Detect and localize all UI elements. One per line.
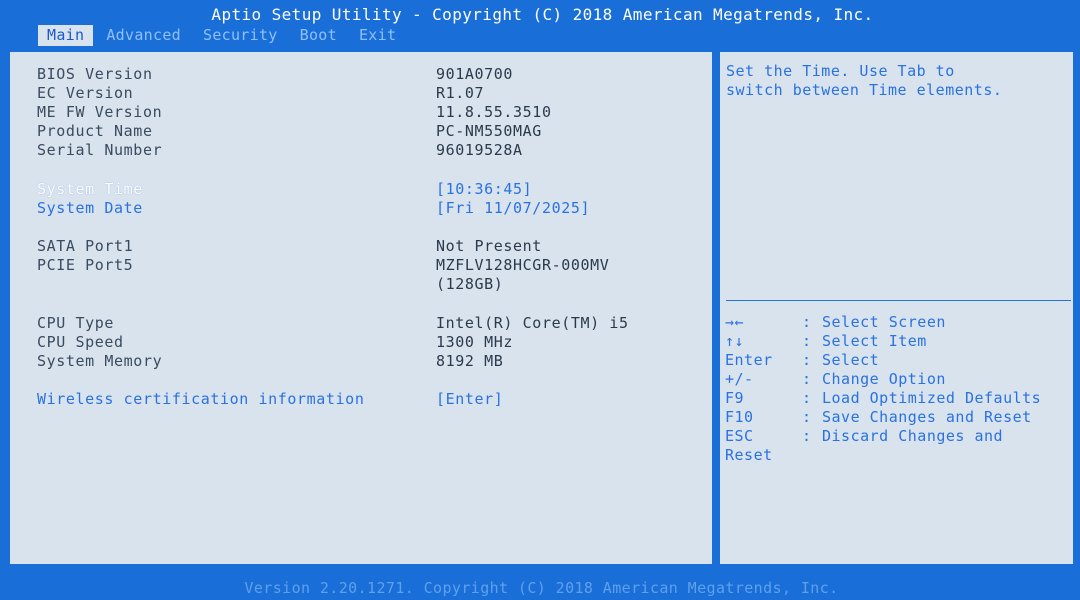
system-date-field[interactable]: [Fri 11/07/2025]: [436, 199, 590, 218]
pcie-port5-label: PCIE Port5: [37, 256, 134, 274]
key-description: Select Item: [822, 332, 927, 350]
product-name-row: Product Name PC-NM550MAG: [10, 122, 712, 141]
me-fw-version-value: 11.8.55.3510: [436, 103, 552, 121]
bios-version-value: 901A0700: [436, 65, 514, 83]
key-separator: :: [802, 408, 812, 426]
cpu-type-label: CPU Type: [37, 314, 115, 332]
sata-port1-value: Not Present: [436, 237, 542, 255]
bios-version-label: BIOS Version: [37, 65, 153, 83]
key-separator: :: [802, 313, 812, 331]
footer-bar: Version 2.20.1271. Copyright (C) 2018 Am…: [8, 576, 1075, 598]
system-memory-label: System Memory: [37, 352, 163, 370]
key-hint-row: F9 : Load Optimized Defaults: [720, 389, 1073, 408]
help-description: Set the Time. Use Tab to switch between …: [726, 62, 1066, 100]
key-name: +/-: [725, 370, 754, 388]
key-name: F10: [725, 408, 754, 426]
system-time-field[interactable]: [10:36:45]: [436, 180, 532, 199]
pcie-port5-capacity: (128GB): [436, 275, 504, 293]
tab-security[interactable]: Security: [194, 25, 287, 46]
pcie-port5-value: MZFLV128HCGR-000MV: [436, 256, 610, 274]
system-memory-row: System Memory 8192 MB: [10, 352, 712, 371]
cpu-speed-label: CPU Speed: [37, 333, 124, 351]
tab-exit[interactable]: Exit: [350, 25, 405, 46]
cpu-speed-row: CPU Speed 1300 MHz: [10, 333, 712, 352]
system-time-label[interactable]: System Time: [37, 180, 143, 199]
serial-number-row: Serial Number 96019528A: [10, 141, 712, 160]
key-hint-row: Reset: [720, 446, 1073, 465]
key-description: Select: [822, 351, 880, 369]
tab-bar: Main Advanced Security Boot Exit: [38, 25, 409, 46]
ec-version-value: R1.07: [436, 84, 485, 102]
key-hint-row: ESC : Discard Changes and: [720, 427, 1073, 446]
key-description: Discard Changes and: [822, 427, 1004, 445]
key-separator: :: [802, 389, 812, 407]
ec-version-row: EC Version R1.07: [10, 84, 712, 103]
sata-port1-row: SATA Port1 Not Present: [10, 237, 712, 256]
key-separator: :: [802, 427, 812, 445]
tab-main[interactable]: Main: [38, 25, 94, 46]
product-name-value: PC-NM550MAG: [436, 122, 542, 140]
key-name: F9: [725, 389, 745, 407]
wireless-cert-enter[interactable]: [Enter]: [436, 390, 503, 409]
system-time-row[interactable]: System Time [10:36:45]: [10, 180, 712, 199]
header-bar: Aptio Setup Utility - Copyright (C) 2018…: [0, 0, 1080, 46]
key-name: Enter: [725, 351, 773, 369]
key-description: Load Optimized Defaults: [822, 389, 1042, 407]
serial-number-value: 96019528A: [436, 141, 523, 159]
me-fw-version-label: ME FW Version: [37, 103, 163, 121]
serial-number-label: Serial Number: [37, 141, 163, 159]
help-panel: Set the Time. Use Tab to switch between …: [718, 50, 1075, 566]
tab-advanced[interactable]: Advanced: [97, 25, 190, 46]
help-divider: [726, 300, 1071, 301]
key-hint-row: F10 : Save Changes and Reset: [720, 408, 1073, 427]
settings-panel: BIOS Version 901A0700 EC Version R1.07 M…: [8, 50, 714, 566]
key-description: Change Option: [822, 370, 946, 388]
key-separator: :: [802, 332, 812, 350]
system-date-label[interactable]: System Date: [37, 199, 143, 218]
tab-boot[interactable]: Boot: [291, 25, 346, 46]
me-fw-version-row: ME FW Version 11.8.55.3510: [10, 103, 712, 122]
cpu-speed-value: 1300 MHz: [436, 333, 514, 351]
product-name-label: Product Name: [37, 122, 153, 140]
bios-version-row: BIOS Version 901A0700: [10, 65, 712, 84]
pcie-port5-capacity-row: (128GB): [10, 275, 712, 294]
app-title: Aptio Setup Utility - Copyright (C) 2018…: [211, 5, 874, 24]
help-line-1: Set the Time. Use Tab to: [726, 62, 955, 80]
key-description: Select Screen: [822, 313, 946, 331]
key-hint-row: ↑↓ : Select Item: [720, 332, 1073, 351]
left-right-arrows-icon: →←: [725, 313, 745, 331]
ec-version-label: EC Version: [37, 84, 134, 102]
cpu-type-value: Intel(R) Core(TM) i5: [436, 314, 629, 332]
key-hint-row: →← : Select Screen: [720, 313, 1073, 332]
key-name: Reset: [725, 446, 773, 464]
cpu-type-row: CPU Type Intel(R) Core(TM) i5: [10, 314, 712, 333]
wireless-cert-label[interactable]: Wireless certification information: [37, 390, 364, 409]
sata-port1-label: SATA Port1: [37, 237, 134, 255]
key-description: Save Changes and Reset: [822, 408, 1032, 426]
system-memory-value: 8192 MB: [436, 352, 504, 370]
wireless-cert-row[interactable]: Wireless certification information [Ente…: [10, 390, 712, 409]
key-separator: :: [802, 351, 812, 369]
up-down-arrows-icon: ↑↓: [725, 332, 745, 350]
pcie-port5-row: PCIE Port5 MZFLV128HCGR-000MV: [10, 256, 712, 275]
system-date-row[interactable]: System Date [Fri 11/07/2025]: [10, 199, 712, 218]
key-hint-row: +/- : Change Option: [720, 370, 1073, 389]
key-separator: :: [802, 370, 812, 388]
key-name: ESC: [725, 427, 754, 445]
key-hint-row: Enter : Select: [720, 351, 1073, 370]
footer-version: Version 2.20.1271. Copyright (C) 2018 Am…: [244, 579, 839, 597]
help-line-2: switch between Time elements.: [726, 81, 1003, 99]
